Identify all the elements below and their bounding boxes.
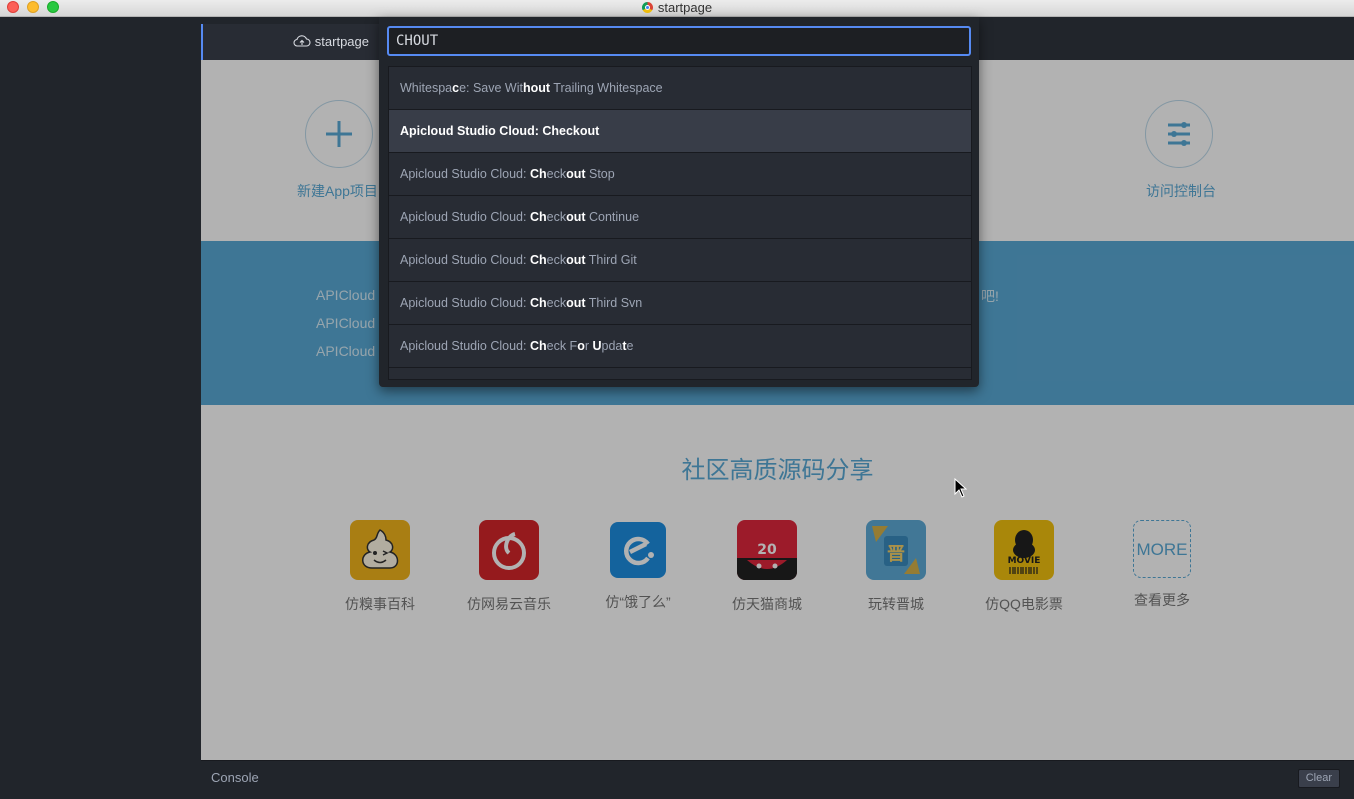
- match-highlight: out: [566, 296, 586, 310]
- command-text: pda: [601, 339, 623, 353]
- command-text: Apicloud Studio Cloud:: [400, 210, 530, 224]
- match-highlight: Apicloud Studio Cloud: Checkout: [400, 124, 600, 138]
- match-highlight: out: [566, 167, 586, 181]
- command-text: Apicloud Studio Cloud:: [400, 167, 530, 181]
- command-text: Stop: [585, 167, 615, 181]
- match-highlight: U: [592, 339, 602, 353]
- command-text: e: Save Wit: [459, 81, 523, 95]
- command-text: Apicloud Studio Cloud:: [400, 296, 530, 310]
- match-highlight: out: [566, 210, 586, 224]
- command-text: eck: [546, 210, 567, 224]
- console-label: Console: [211, 770, 259, 785]
- chrome-icon: [641, 2, 653, 13]
- mouse-pointer-icon: [954, 478, 968, 498]
- command-text: eck F: [546, 339, 578, 353]
- tab-label: startpage: [314, 34, 369, 49]
- match-highlight: hout: [522, 81, 551, 95]
- tree-view-sidebar: [0, 17, 201, 799]
- command-text: Apicloud Studio Cloud:: [400, 253, 530, 267]
- match-highlight: Ch: [529, 210, 547, 224]
- command-result-item[interactable]: Apicloud Studio Cloud: Checkout Continue: [389, 196, 971, 239]
- match-highlight: Ch: [529, 296, 547, 310]
- command-text: Third Git: [585, 253, 637, 267]
- command-palette: Whitespace: Save Without Trailing Whites…: [379, 17, 979, 387]
- window-titlebar: startpage: [0, 0, 1354, 17]
- tab-startpage[interactable]: startpage: [201, 24, 379, 60]
- command-result-item[interactable]: Apicloud Studio Cloud: Checkout: [389, 110, 971, 153]
- command-text: Third Svn: [585, 296, 643, 310]
- window-title-text: startpage: [657, 0, 713, 15]
- command-palette-search-input[interactable]: [387, 26, 971, 56]
- clear-console-button[interactable]: Clear: [1297, 769, 1340, 788]
- command-result-item[interactable]: Apicloud Studio Cloud: Checkout Third Sv…: [389, 282, 971, 325]
- match-highlight: Ch: [529, 253, 547, 267]
- command-text: e: [626, 339, 634, 353]
- command-text: eck: [546, 167, 567, 181]
- match-highlight: Ch: [529, 339, 547, 353]
- console-panel: Console Clear: [201, 760, 1354, 794]
- match-highlight: out: [566, 253, 586, 267]
- command-text: Trailing Whitespace: [550, 81, 663, 95]
- match-highlight: o: [577, 339, 585, 353]
- command-text: eck: [546, 296, 567, 310]
- command-text: Whitespa: [400, 81, 453, 95]
- match-highlight: Ch: [529, 167, 547, 181]
- command-text: Apicloud Studio Cloud:: [400, 339, 530, 353]
- command-result-item[interactable]: Apicloud Studio Cloud: Checkout Third Gi…: [389, 239, 971, 282]
- command-result-item[interactable]: Apicloud Studio Cloud: Checkout Stop: [389, 153, 971, 196]
- command-text: eck: [546, 253, 567, 267]
- command-text: Continue: [585, 210, 640, 224]
- cloud-upload-icon: [293, 35, 311, 47]
- command-result-item[interactable]: Whitespace: Save Without Trailing Whites…: [389, 67, 971, 110]
- command-result-item[interactable]: Apicloud Studio Cloud: Check For Update: [389, 325, 971, 368]
- command-results-list[interactable]: Whitespace: Save Without Trailing Whites…: [388, 66, 972, 380]
- window-title: startpage: [0, 0, 1354, 16]
